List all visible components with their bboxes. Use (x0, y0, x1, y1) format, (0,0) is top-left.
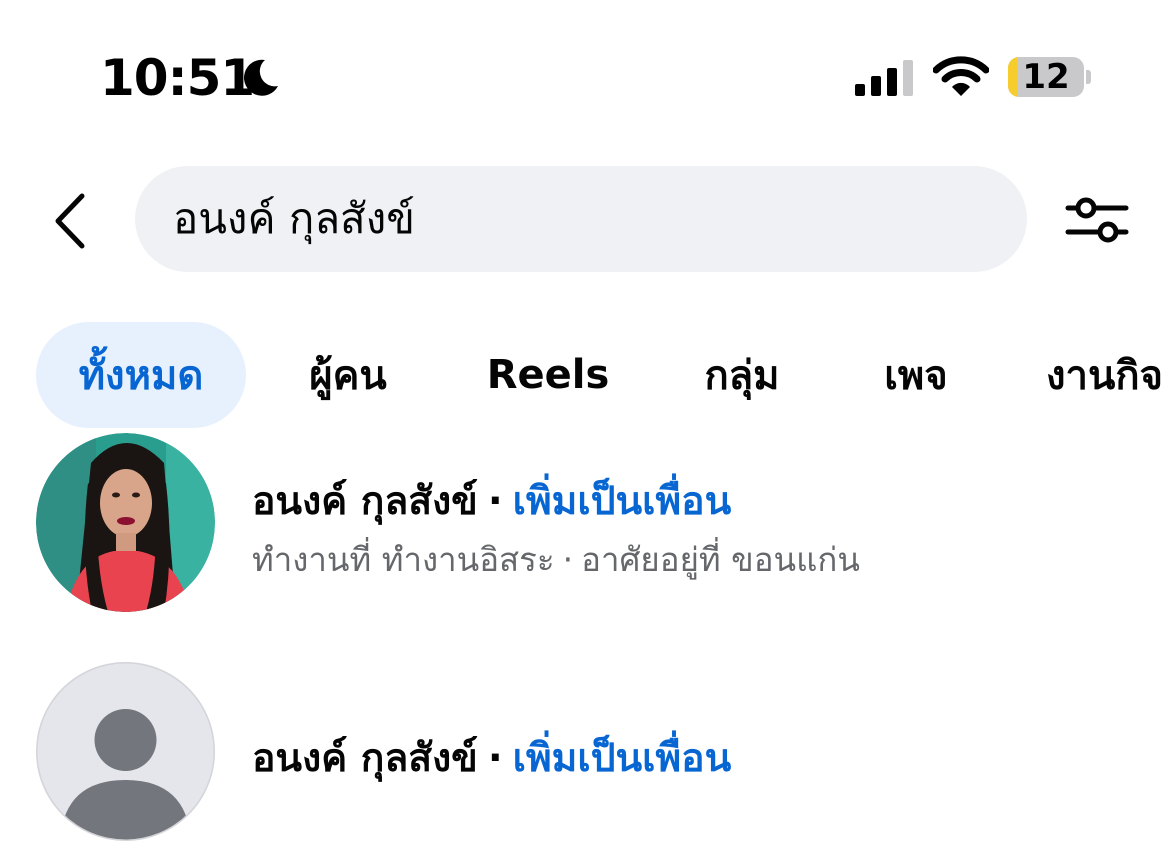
tab-events[interactable]: งานกิจ (1046, 322, 1169, 428)
cellular-signal-icon (855, 60, 913, 96)
tab-reels[interactable]: Reels (478, 322, 618, 428)
avatar[interactable] (36, 433, 215, 612)
search-results-screen: 10:51 12 อนงค์ กุลสังข์ ทั้งหมด ผู้คน Re… (0, 0, 1169, 851)
add-friend-button[interactable]: เพิ่มเป็นเพื่อน (513, 736, 732, 781)
tab-pages[interactable]: เพจ (868, 322, 964, 428)
result-meta: ทำงานที่ ทำงานอิสระ · อาศัยอยู่ที่ ขอนแก่น (252, 533, 860, 586)
search-query-text: อนงค์ กุลสังข์ (173, 194, 415, 243)
search-input[interactable]: อนงค์ กุลสังข์ (135, 166, 1027, 272)
tab-groups[interactable]: กลุ่ม (686, 322, 798, 428)
result-name[interactable]: อนงค์ กุลสังข์ (252, 736, 478, 781)
battery-level-text: 12 (1022, 57, 1070, 97)
battery-nub (1086, 70, 1091, 84)
result-name-line: อนงค์ กุลสังข์ · เพิ่มเป็นเพื่อน (252, 470, 731, 532)
moon-icon (244, 59, 278, 96)
wifi-icon (933, 56, 989, 96)
avatar[interactable] (36, 662, 215, 841)
profile-photo (36, 433, 215, 612)
filter-sliders-icon[interactable] (1064, 192, 1130, 246)
battery-icon: 12 (1008, 57, 1084, 97)
separator-dot: · (487, 479, 503, 524)
tab-all[interactable]: ทั้งหมด (36, 322, 246, 428)
meta-separator-dot: · (562, 540, 574, 579)
add-friend-button[interactable]: เพิ่มเป็นเพื่อน (513, 479, 732, 524)
status-time: 10:51 (100, 49, 255, 107)
result-name-line: อนงค์ กุลสังข์ · เพิ่มเป็นเพื่อน (252, 727, 731, 789)
result-location: อาศัยอยู่ที่ ขอนแก่น (581, 540, 860, 579)
tab-people[interactable]: ผู้คน (285, 322, 411, 428)
chevron-left-icon[interactable] (48, 192, 92, 250)
default-avatar-icon (37, 663, 214, 840)
separator-dot: · (487, 736, 503, 781)
result-work: ทำงานที่ ทำงานอิสระ (252, 540, 555, 579)
result-name[interactable]: อนงค์ กุลสังข์ (252, 479, 478, 524)
